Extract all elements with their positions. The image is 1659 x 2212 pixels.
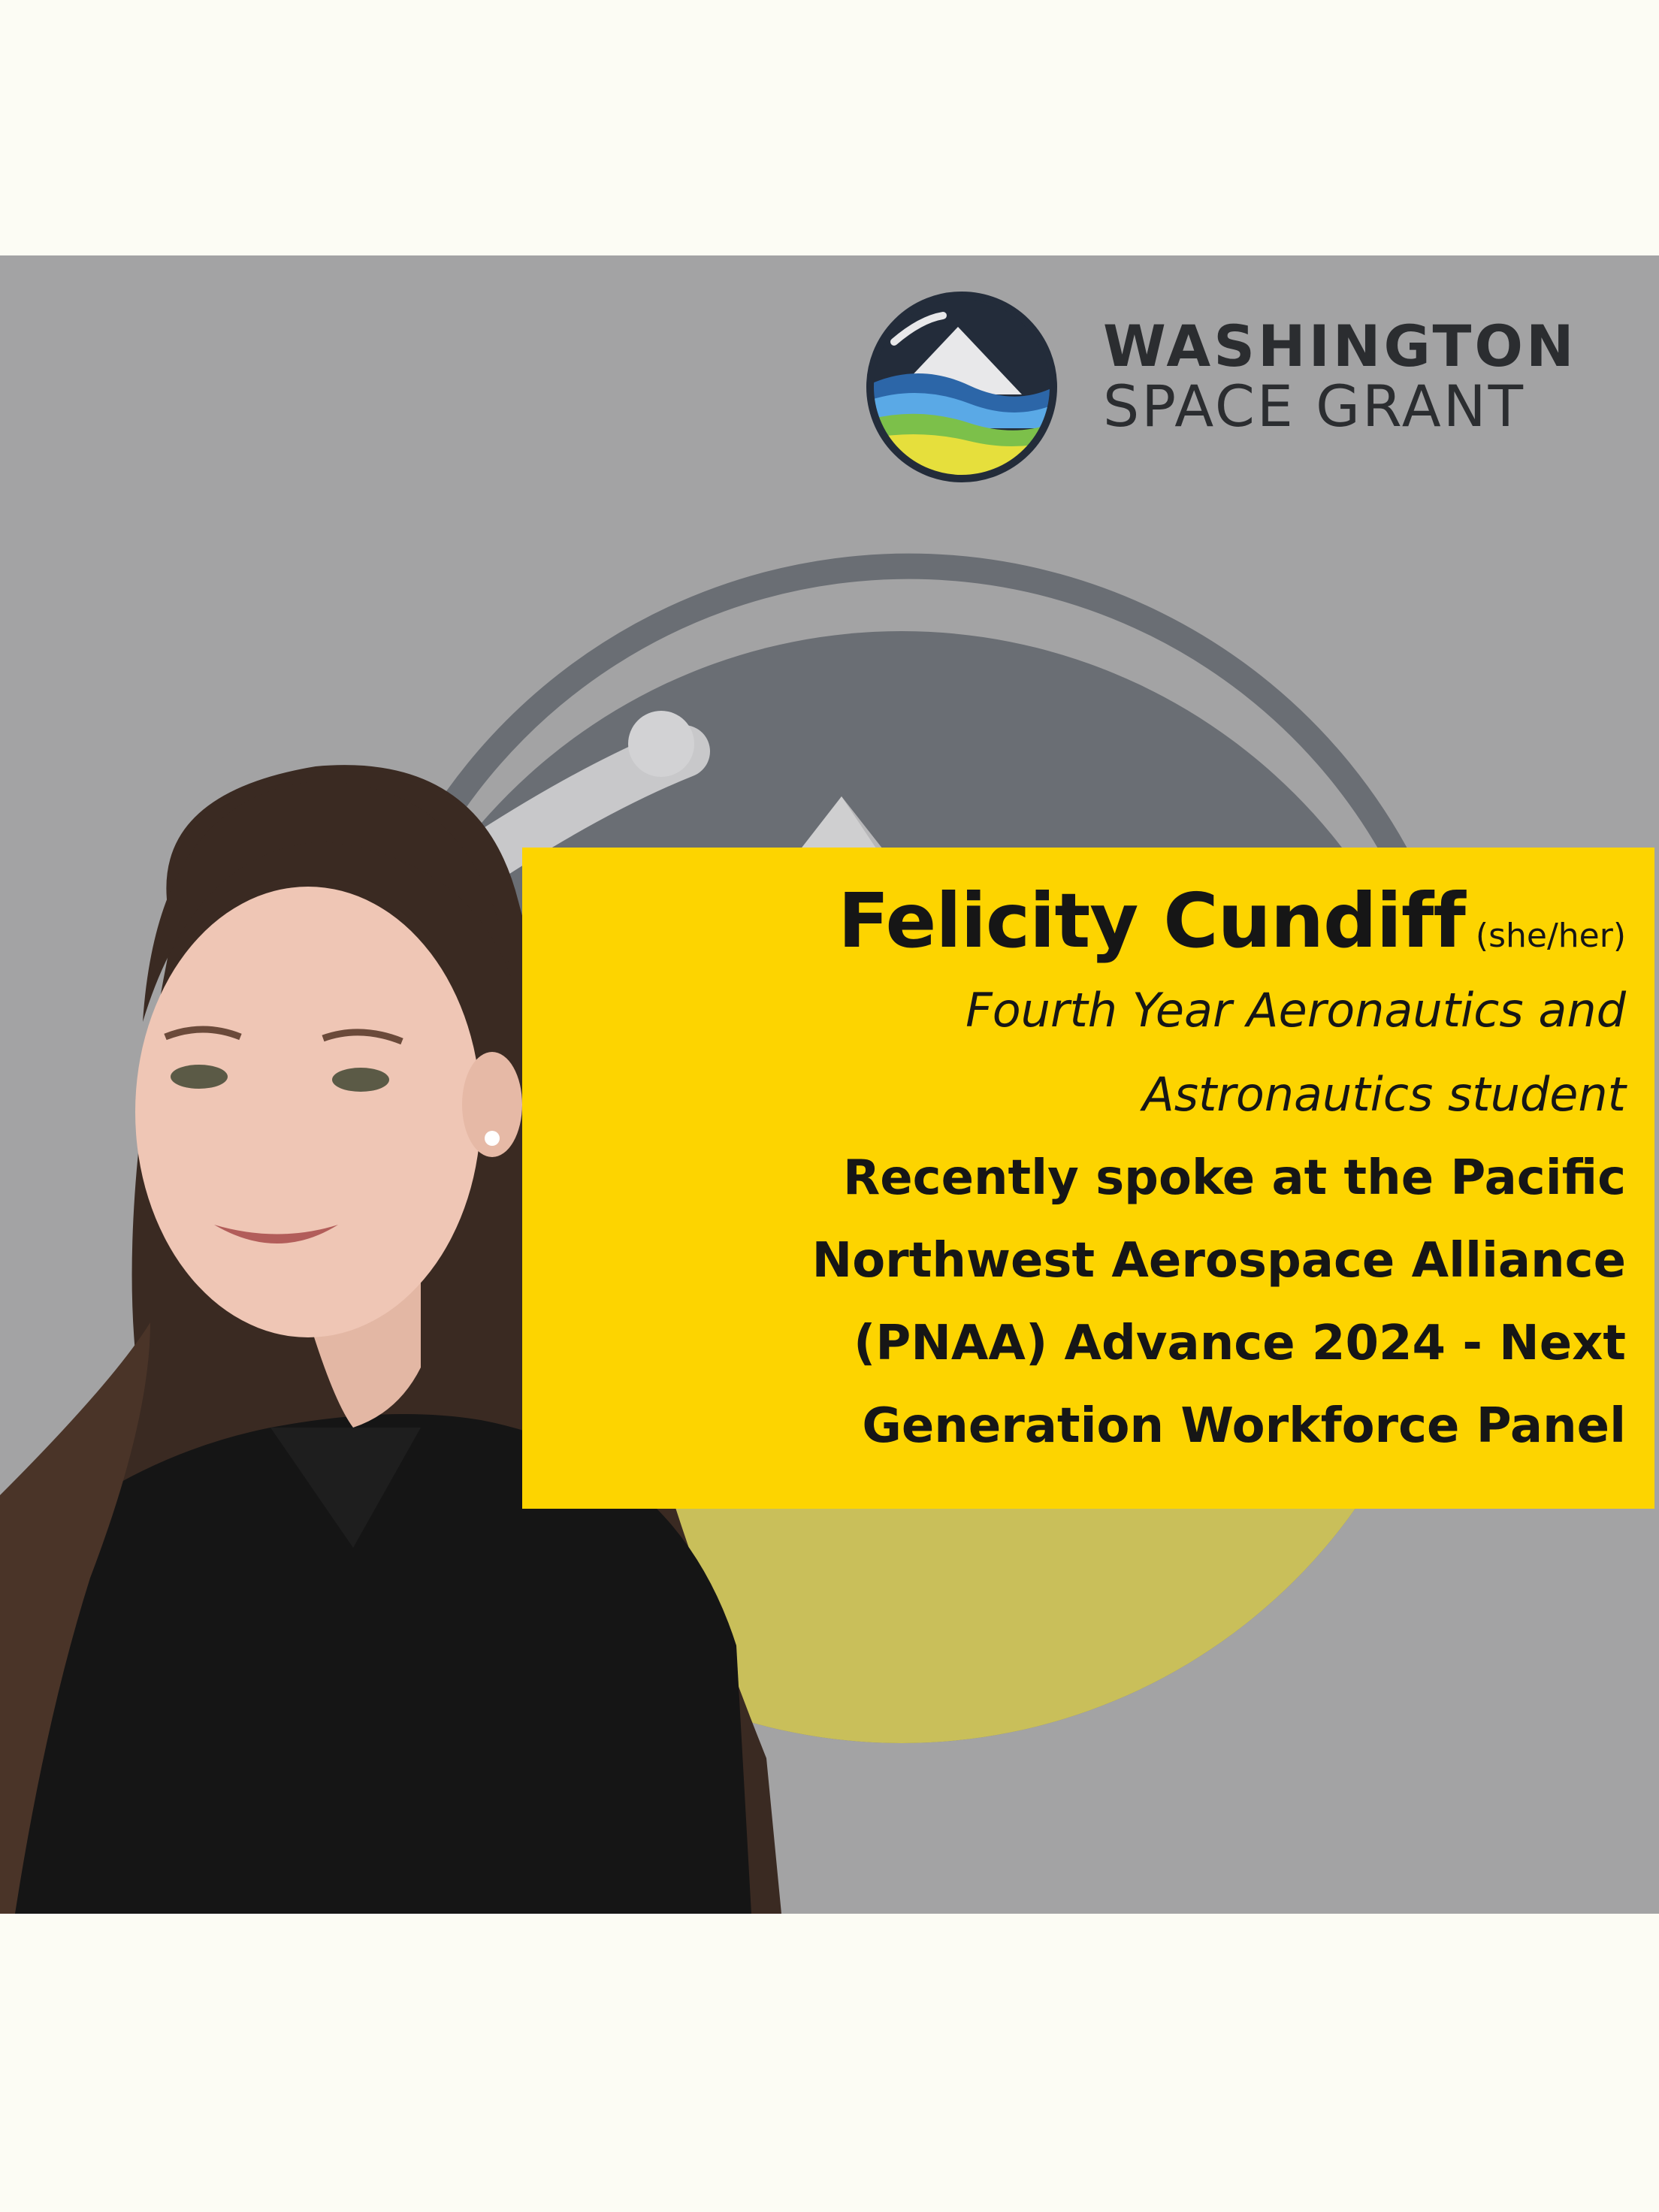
speaker-role-line: Astronautics student [1142,1067,1626,1122]
achievement-line: Generation Workforce Panel [862,1398,1626,1454]
speaker-role-line: Fourth Year Aeronautics and [965,983,1626,1038]
brand-name-line1: WASHINGTON [1103,313,1577,379]
speaker-name-row: Felicity Cundiff (she/her) [522,878,1626,964]
achievement-line: Recently spoke at the Pacific [842,1150,1626,1206]
washington-space-grant-logo: WASHINGTON SPACE GRANT [864,274,1574,492]
achievement-line: Northwest Aerospace Alliance [811,1233,1626,1289]
speaker-role: Fourth Year Aeronautics and Astronautics… [522,969,1626,1137]
speaker-achievement: Recently spoke at the Pacific Northwest … [522,1137,1626,1467]
space-grant-emblem-icon [866,292,1057,482]
brand-name-line2: SPACE GRANT [1103,373,1525,440]
profile-card: WASHINGTON SPACE GRANT Felicity Cundiff … [0,255,1659,1914]
speaker-pronouns: (she/her) [1475,917,1626,955]
speaker-name: Felicity Cundiff [838,877,1466,965]
speaker-info-box: Felicity Cundiff (she/her) Fourth Year Ae… [522,848,1654,1509]
achievement-line: (PNAA) Advance 2024 - Next [854,1316,1626,1371]
